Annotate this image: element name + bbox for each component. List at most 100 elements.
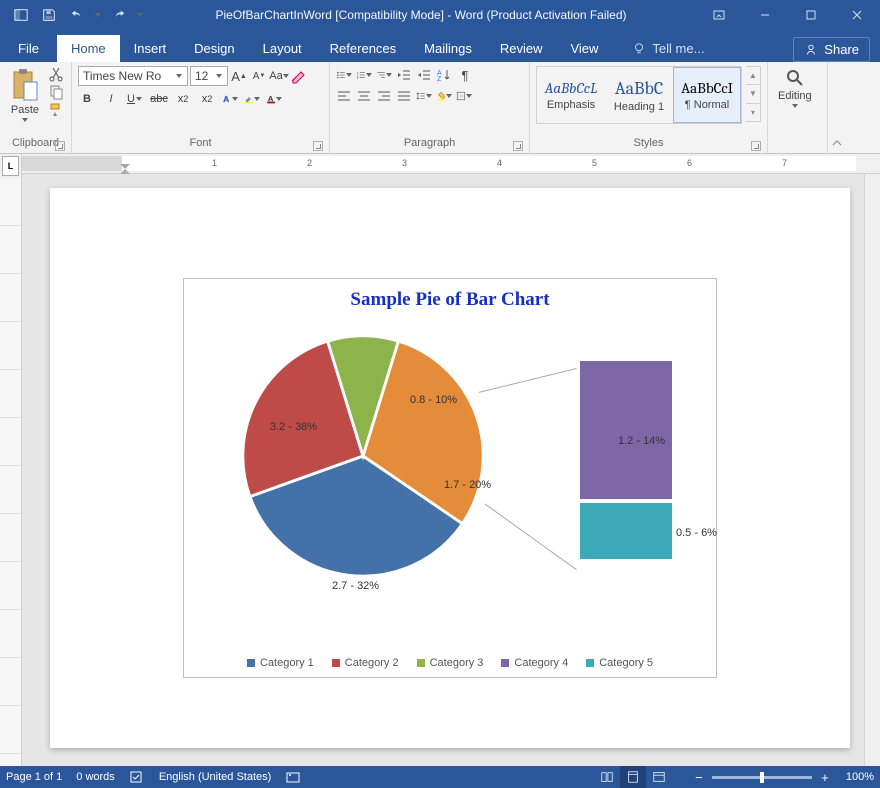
clear-formatting-icon[interactable] [290,68,306,84]
style-emphasis[interactable]: AaBbCcL Emphasis [537,67,605,123]
increase-indent-icon[interactable] [416,67,432,83]
undo-icon[interactable] [64,3,90,27]
tab-design[interactable]: Design [180,35,248,62]
ribbon: Paste Clipboard Times New Ro 12 A▲ A▼ Aa [0,62,880,154]
save-icon[interactable] [36,3,62,27]
highlight-icon[interactable] [244,91,260,107]
status-page[interactable]: Page 1 of 1 [6,771,62,783]
shading-icon[interactable] [436,88,452,104]
group-label-styles: Styles [634,137,664,149]
borders-icon[interactable] [456,88,472,104]
collapse-ribbon-icon[interactable] [828,62,846,153]
print-layout-icon[interactable] [620,766,646,788]
close-icon[interactable] [834,0,880,30]
qat-customize-icon[interactable] [134,3,146,27]
zoom-in-button[interactable]: + [818,770,832,784]
font-launcher-icon[interactable] [313,141,323,151]
text-effects-icon[interactable]: A [222,91,238,107]
tab-file[interactable]: File [0,35,57,62]
justify-icon[interactable] [396,88,412,104]
legend-label: Category 5 [599,657,653,669]
multilevel-list-icon[interactable] [376,67,392,83]
group-editing: Editing [768,62,828,153]
indent-marker-icon[interactable] [120,164,130,172]
font-size-value: 12 [195,69,208,83]
legend-item: Category 4 [501,657,568,669]
align-right-icon[interactable] [376,88,392,104]
label-cat5: 0.5 - 6% [676,527,717,539]
cut-icon[interactable] [48,66,64,82]
document-workspace: L 1 2 3 4 5 6 7 Sample Pie of Bar Chart [0,154,880,766]
status-bar: Page 1 of 1 0 words English (United Stat… [0,766,880,788]
style-normal[interactable]: AaBbCcI¶ Normal [673,67,741,123]
minimize-icon[interactable] [742,0,788,30]
style-name: Emphasis [547,99,595,111]
font-color-icon[interactable]: A [266,91,282,107]
bullets-icon[interactable] [336,67,352,83]
tab-selector[interactable]: L [2,156,19,176]
align-left-icon[interactable] [336,88,352,104]
ruler-num: 5 [592,158,597,168]
copy-icon[interactable] [48,84,64,100]
grow-font-icon[interactable]: A▲ [230,67,248,85]
zoom-level[interactable]: 100% [846,771,874,783]
sort-icon[interactable]: AZ [436,67,452,83]
tab-home[interactable]: Home [57,35,120,62]
paste-button[interactable]: Paste [6,66,44,124]
tell-me-search[interactable]: Tell me... [622,35,714,62]
clipboard-launcher-icon[interactable] [55,141,65,151]
align-center-icon[interactable] [356,88,372,104]
chart-title: Sample Pie of Bar Chart [198,289,702,311]
spellcheck-icon[interactable] [129,769,145,785]
style-preview: AaBbCcL [545,79,598,97]
tab-mailings[interactable]: Mailings [410,35,486,62]
change-case-icon[interactable]: Aa [270,67,288,85]
editing-label: Editing [778,90,812,102]
numbering-icon[interactable]: 123 [356,67,372,83]
italic-button[interactable]: I [102,90,120,108]
group-font: Times New Ro 12 A▲ A▼ Aa B I U abc x2 x2… [72,62,330,153]
vertical-scrollbar[interactable] [864,174,880,766]
status-words[interactable]: 0 words [76,771,115,783]
strikethrough-button[interactable]: abc [150,90,168,108]
tab-layout[interactable]: Layout [249,35,316,62]
web-layout-icon[interactable] [646,766,672,788]
bold-button[interactable]: B [78,90,96,108]
tab-view[interactable]: View [556,35,612,62]
editing-button[interactable]: Editing [774,66,816,110]
subscript-button[interactable]: x2 [174,90,192,108]
paragraph-launcher-icon[interactable] [513,141,523,151]
undo-dropdown-icon[interactable] [92,3,104,27]
macro-record-icon[interactable] [285,769,301,785]
document-scroll-area[interactable]: Sample Pie of Bar Chart [22,174,864,766]
font-size-combo[interactable]: 12 [190,66,228,86]
read-mode-icon[interactable] [594,766,620,788]
status-language[interactable]: English (United States) [159,771,272,783]
tab-review[interactable]: Review [486,35,557,62]
line-spacing-icon[interactable] [416,88,432,104]
redo-icon[interactable] [106,3,132,27]
tab-insert[interactable]: Insert [120,35,181,62]
decrease-indent-icon[interactable] [396,67,412,83]
styles-launcher-icon[interactable] [751,141,761,151]
zoom-slider[interactable] [712,776,812,779]
style-heading1[interactable]: AaBbCHeading 1 [605,67,673,123]
format-painter-icon[interactable] [48,102,64,118]
shrink-font-icon[interactable]: A▼ [250,67,268,85]
chart-object[interactable]: Sample Pie of Bar Chart [183,278,717,678]
ribbon-display-options-icon[interactable] [696,0,742,30]
underline-button[interactable]: U [126,90,144,108]
horizontal-ruler[interactable]: 1 2 3 4 5 6 7 [22,154,880,174]
word-app-icon[interactable] [8,3,34,27]
title-bar: PieOfBarChartInWord [Compatibility Mode]… [0,0,880,30]
share-button[interactable]: Share [793,37,870,62]
style-preview: AaBbCcI [681,79,733,97]
tab-references[interactable]: References [316,35,410,62]
font-name-combo[interactable]: Times New Ro [78,66,188,86]
maximize-icon[interactable] [788,0,834,30]
show-marks-icon[interactable]: ¶ [456,66,474,84]
styles-gallery-scroll[interactable]: ▲▼▾ [746,66,761,122]
zoom-out-button[interactable]: − [692,770,706,784]
superscript-button[interactable]: x2 [198,90,216,108]
share-label: Share [824,42,859,57]
